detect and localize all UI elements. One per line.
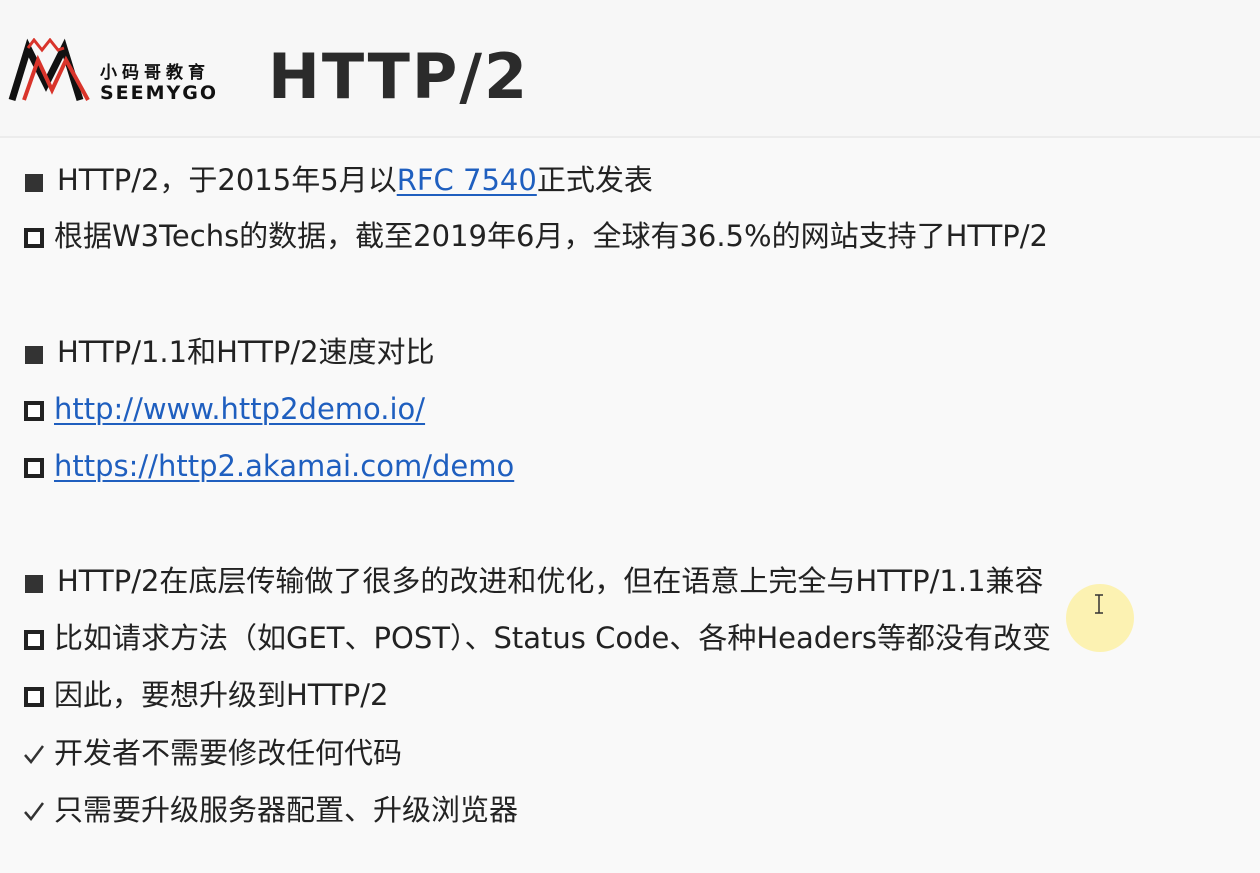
bullet-line-6: HTTP/2在底层传输做了很多的改进和优化，但在语意上完全与HTTP/1.1兼容 — [22, 561, 1044, 601]
slide-title: HTTP/2 — [268, 40, 530, 113]
hollow-square-icon — [24, 458, 44, 478]
bullet-line-8: 因此，要想升级到HTTP/2 — [22, 675, 388, 715]
line-text: 因此，要想升级到HTTP/2 — [54, 678, 389, 712]
bullet-line-7: 比如请求方法（如GET、POST）、Status Code、各种Headers等… — [22, 618, 1051, 658]
line-text: 开发者不需要修改任何代码 — [54, 736, 403, 770]
seemygo-logo: 小码哥教育 SEEMYGO — [8, 38, 233, 106]
check-icon — [24, 745, 44, 764]
line-text: HTTP/2，于2015年5月以 — [57, 163, 397, 197]
hollow-square-icon — [24, 630, 44, 650]
logo-chinese-text: 小码哥教育 — [100, 63, 210, 83]
line-text: 只需要升级服务器配置、升级浏览器 — [54, 793, 519, 827]
line-text: HTTP/1.1和HTTP/2速度对比 — [57, 335, 435, 369]
check-icon — [24, 802, 44, 821]
hollow-square-icon — [24, 401, 44, 421]
hollow-square-icon — [24, 228, 44, 248]
bullet-line-4: http://www.http2demo.io/ — [22, 389, 425, 429]
filled-square-icon — [25, 346, 43, 364]
hollow-square-icon — [24, 687, 44, 707]
http2demo-link[interactable]: http://www.http2demo.io/ — [54, 392, 425, 426]
line-text: 正式发表 — [536, 163, 653, 197]
filled-square-icon — [25, 174, 43, 192]
line-text: 比如请求方法（如GET、POST）、Status Code、各种Headers等… — [54, 621, 1052, 655]
bullet-line-1: HTTP/2，于2015年5月以RFC 7540正式发表 — [22, 160, 653, 200]
logo-mark-icon — [8, 38, 90, 102]
line-text: HTTP/2在底层传输做了很多的改进和优化，但在语意上完全与HTTP/1.1兼容 — [57, 564, 1044, 598]
filled-square-icon — [25, 575, 43, 593]
logo-english-text: SEEMYGO — [100, 82, 219, 104]
text-cursor-icon — [1095, 594, 1103, 614]
bullet-line-5: https://http2.akamai.com/demo — [22, 446, 514, 486]
bullet-line-3: HTTP/1.1和HTTP/2速度对比 — [22, 332, 435, 372]
akamai-demo-link[interactable]: https://http2.akamai.com/demo — [54, 449, 514, 483]
bullet-line-10: 只需要升级服务器配置、升级浏览器 — [22, 790, 518, 830]
bullet-line-2: 根据W3Techs的数据，截至2019年6月，全球有36.5%的网站支持了HTT… — [22, 216, 1048, 256]
line-text: 根据W3Techs的数据，截至2019年6月，全球有36.5%的网站支持了HTT… — [54, 219, 1049, 253]
slide-header: 小码哥教育 SEEMYGO HTTP/2 — [0, 0, 1260, 138]
rfc-7540-link[interactable]: RFC 7540 — [397, 163, 537, 197]
bullet-line-9: 开发者不需要修改任何代码 — [22, 733, 402, 773]
